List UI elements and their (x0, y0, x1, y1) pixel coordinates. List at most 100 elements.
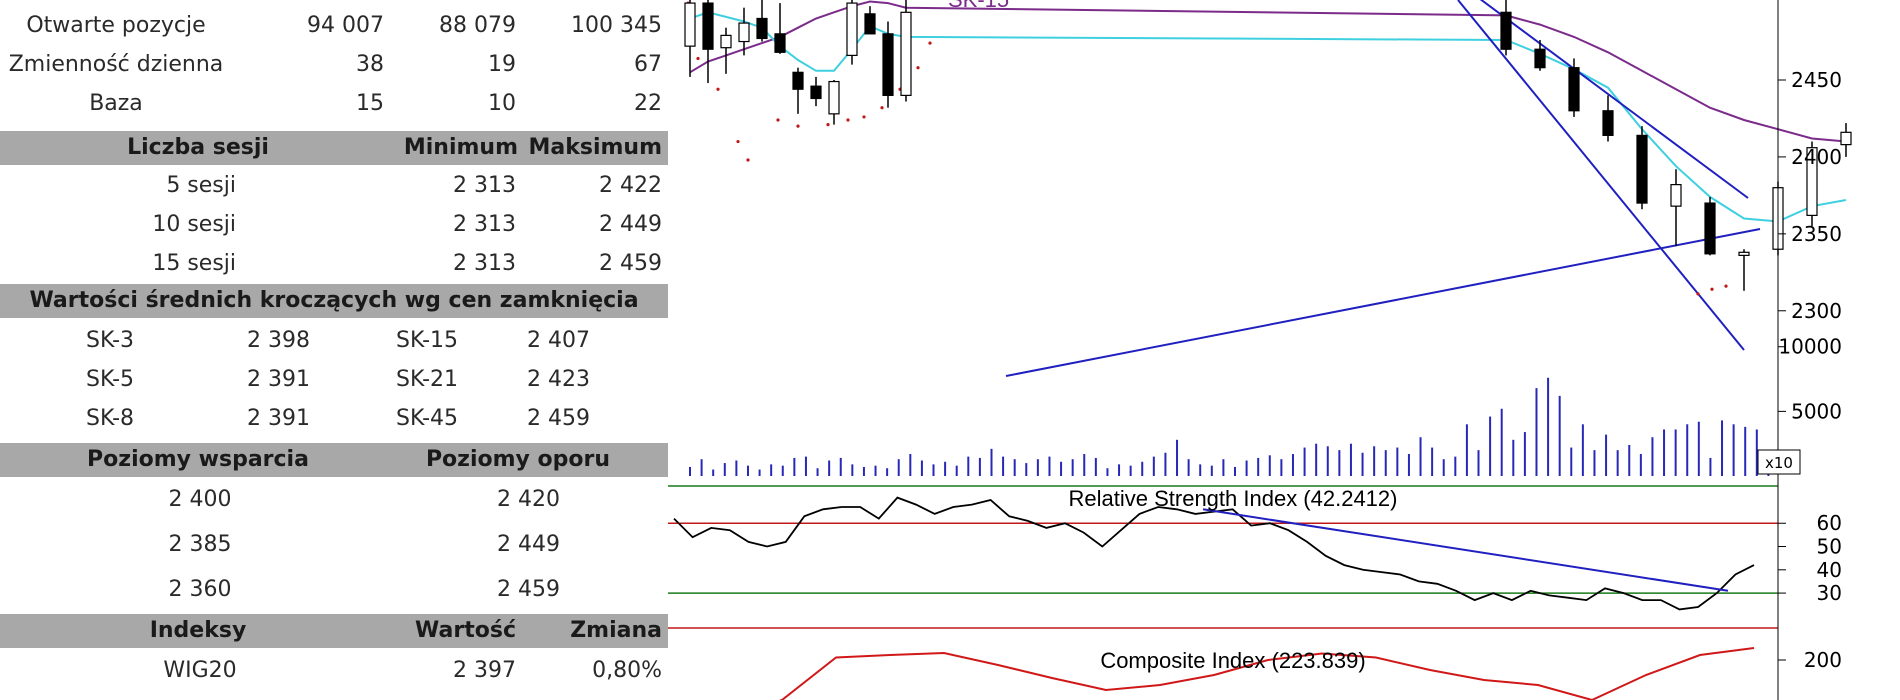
composite-panel: Composite Index (223.839) (779, 647, 1755, 700)
candle-body (684, 2, 696, 47)
price-panel: SK-15 (684, 0, 1852, 377)
index-header-change: Zmiana (570, 618, 662, 643)
session-min: 2 313 (453, 212, 516, 237)
session-label: 15 sesji (152, 251, 236, 276)
composite-title: Composite Index (223.839) (1100, 648, 1365, 673)
index-change: 0,80% (592, 658, 662, 683)
ma-header-label: Wartości średnich kroczących wg cen zamk… (29, 288, 639, 313)
stats-row: Otwarte pozycje 94 007 88 079 100 345 (0, 8, 668, 44)
stat-value-1: 94 007 (307, 13, 384, 38)
sar-dot (826, 123, 830, 127)
rsi-trendline (1202, 508, 1729, 592)
sar-dot (716, 87, 720, 91)
candle-body (846, 2, 858, 56)
sar-dot (696, 56, 700, 61)
ma-row: SK-5 2 391 SK-21 2 423 (0, 362, 668, 398)
ma-value-a: 2 391 (247, 367, 310, 392)
stats-row: Zmienność dzienna 38 19 67 (0, 47, 668, 83)
sessions-header: Liczba sesji Minimum Maksimum (0, 131, 668, 165)
sar-dot (746, 158, 750, 162)
index-header-label: Indeksy (149, 618, 247, 643)
channel-lower-trendline (1457, 0, 1745, 351)
candle-body (738, 22, 750, 43)
candle-body (1636, 134, 1648, 204)
stat-value-2: 10 (488, 91, 516, 116)
sar-dot (1696, 292, 1700, 296)
stat-value-2: 19 (488, 52, 516, 77)
support-value: 2 360 (168, 577, 232, 602)
candle-body (792, 71, 804, 90)
ma-label-b: SK-21 (395, 367, 458, 392)
sar-dot (928, 41, 932, 45)
stat-value-3: 100 345 (571, 13, 662, 38)
rsi-tick-label: 60 (1817, 511, 1842, 535)
rsi-tick-label: 50 (1817, 535, 1842, 559)
sar-dot (846, 118, 850, 122)
stat-value-3: 22 (634, 91, 662, 116)
session-max: 2 449 (599, 212, 662, 237)
candle-body (774, 33, 786, 53)
session-row: 15 sesji 2 313 2 459 (0, 246, 668, 282)
rsi-tick-label: 30 (1817, 581, 1842, 605)
index-header-value: Wartość (415, 618, 516, 643)
price-chart-panel: SK-15 Relative Strength Index (42.2412) … (668, 0, 1900, 700)
session-label: 5 sesji (166, 173, 236, 198)
levels-header: Poziomy wsparcia Poziomy oporu (0, 443, 668, 477)
ma-label-a: SK-5 (85, 367, 135, 392)
composite-tick-label: 200 (1804, 648, 1842, 672)
session-row: 10 sesji 2 313 2 449 (0, 207, 668, 243)
ma-value-b: 2 407 (527, 328, 590, 353)
resistance-value: 2 459 (497, 577, 560, 602)
session-label: 10 sesji (152, 212, 236, 237)
ma-label-a: SK-3 (85, 328, 135, 353)
stat-value-2: 88 079 (439, 13, 516, 38)
sar-dot (862, 115, 866, 119)
ma-value-a: 2 398 (247, 328, 310, 353)
resistance-value: 2 420 (497, 487, 560, 512)
stat-label: Baza (89, 91, 143, 116)
stats-row: Baza 15 10 22 (0, 86, 668, 122)
ma-value-b: 2 459 (527, 406, 590, 431)
levels-header-resistance: Poziomy oporu (425, 447, 611, 472)
support-value: 2 385 (168, 532, 232, 557)
price-tick-label: 2450 (1791, 68, 1842, 92)
resistance-value: 2 449 (497, 532, 560, 557)
volume-scale-note: x10 (1765, 454, 1793, 472)
sar-dot (1710, 287, 1714, 291)
candle-body (1704, 202, 1716, 255)
candle-body (864, 13, 876, 35)
ma-label-b: SK-45 (395, 406, 458, 431)
ma-value-a: 2 391 (247, 406, 310, 431)
ma-value-b: 2 423 (527, 367, 590, 392)
candle-body (1568, 67, 1580, 112)
chart-svg: SK-15 Relative Strength Index (42.2412) … (668, 0, 1852, 700)
stat-value-1: 38 (356, 52, 384, 77)
candle-body (1500, 11, 1512, 50)
ma-label-a: SK-8 (85, 406, 135, 431)
rsi-tick-label: 40 (1817, 558, 1842, 582)
price-tick-label: 2300 (1791, 299, 1842, 323)
index-row: WIG20 2 397 0,80% (0, 653, 668, 689)
rsi-title: Relative Strength Index (42.2412) (1069, 486, 1398, 511)
candle-body (720, 34, 732, 49)
rsi-panel: Relative Strength Index (42.2412) (668, 485, 1778, 629)
candle-body (702, 2, 714, 50)
sar-dot (1724, 284, 1728, 288)
candle-body (882, 33, 894, 96)
candle-body (810, 85, 822, 100)
support-trendline (1005, 228, 1761, 377)
sar-dot (880, 106, 884, 110)
sessions-header-min: Minimum (403, 135, 518, 160)
sk-purple-line (689, 0, 1847, 143)
support-value: 2 400 (168, 487, 232, 512)
session-min: 2 313 (453, 173, 516, 198)
sessions-header-label: Liczba sesji (127, 135, 269, 160)
ma-row: SK-3 2 398 SK-15 2 407 (0, 323, 668, 359)
session-max: 2 422 (599, 173, 662, 198)
sar-dot (776, 118, 780, 122)
analysis-page: Otwarte pozycje 94 007 88 079 100 345 Zmienn… (0, 0, 1900, 700)
ma-label-b: SK-15 (395, 328, 458, 353)
overlay-label: SK-15 (948, 0, 1009, 12)
sar-dot (796, 124, 800, 128)
stat-value-3: 67 (634, 52, 662, 77)
